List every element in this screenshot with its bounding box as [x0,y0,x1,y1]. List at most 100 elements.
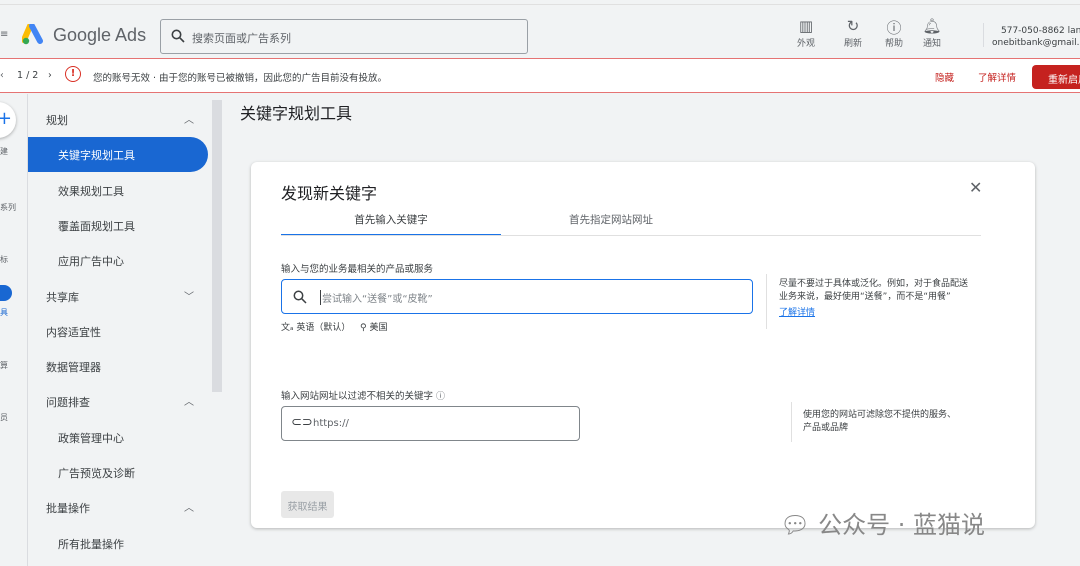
nav-item-label: 批量操作 [46,502,90,516]
tools-icon[interactable] [0,285,12,301]
url-input[interactable]: ⊂⊃ https:// [281,406,580,441]
top-bar: ≡ Google Ads 搜索页面或广告系列 ▥ 外观 ↻ 刷新 ⓘ 帮助 🔔︎ 通知 … [0,4,1080,58]
url-hint: 使用您的网站可滤除您不提供的服务、产品或品牌 [803,410,957,433]
product-input[interactable]: 尝试输入“送餐”或“皮靴” [281,279,753,314]
tools-nav: 规划 ︿ 关键字规划工具 效果规划工具 覆盖面规划工具 应用广告中心共享库 ﹀ 内容适宜性数据… [28,94,212,566]
location-value: 美国 [369,323,388,333]
rail-label-active[interactable]: 具 [0,307,8,318]
nav-item-label: 数据管理器 [46,361,101,375]
next-icon[interactable]: › [48,70,52,81]
rail-label[interactable]: 标 [0,254,8,265]
nav-item-label: 共享库 [46,290,79,304]
product-placeholder: 尝试输入“送餐”或“皮靴” [320,290,433,305]
nav-item[interactable]: 应用广告中心 [28,243,208,278]
search-input[interactable]: 搜索页面或广告系列 [160,19,528,54]
product-label: 输入与您的业务最相关的产品或服务 [281,264,434,275]
bell-icon: 🔔︎ [922,17,942,35]
tab-website[interactable]: 首先指定网站网址 [501,208,721,236]
nav-item-label: 关键字规划工具 [58,149,135,163]
url-placeholder: https:// [313,418,349,429]
nav-item[interactable]: 规划 ︿ [28,102,208,137]
nav-item-label: 覆盖面规划工具 [58,219,135,233]
product-hint: 尽量不要过于具体或泛化。例如，对于食品配送业务来说，最好使用“送餐”，而不是“用… [779,279,969,302]
nav-item[interactable]: 共享库 ﹀ [28,279,208,314]
menu-icon[interactable]: ≡ [0,29,8,40]
google-ads-logo [22,24,43,45]
page-title: 关键字规划工具 [240,104,353,123]
account-alert-banner: ‹ 1 / 2 › ! 您的账号无效 · 由于您的账号已被撤销，因此您的广告目前… [0,58,1080,93]
search-icon [171,29,185,43]
nav-item-label: 广告预览及诊断 [58,467,135,480]
nav-item-label: 规划 [46,114,68,127]
search-icon [293,290,307,304]
chevron-up-icon[interactable]: ︿ [184,111,194,126]
nav-item-label: 内容适宜性 [46,325,101,339]
rail-label[interactable]: 算 [0,360,8,371]
link-icon: ⊂⊃ [291,415,313,430]
refresh-button[interactable]: ↻ 刷新 [833,17,873,49]
error-icon: ! [65,66,81,82]
restart-button[interactable]: 重新启用 [1032,65,1080,89]
nav-item[interactable]: 关键字规划工具 [28,137,208,173]
tool-label: 帮助 [884,39,903,49]
location-selector[interactable]: ⚲ 美国 [360,320,387,333]
dialog-title: 发现新关键字 [281,184,378,203]
account-switcher[interactable]: 577-050-8862 lanm onebitbank@gmail.com [992,25,1080,49]
alert-message: 您的账号无效 · 由于您的账号已被撤销，因此您的广告目前没有投放。 [93,73,388,84]
close-icon[interactable]: ✕ [969,178,982,197]
nav-item[interactable]: 问题排查 ︿ [28,384,208,419]
watermark: 💬︎ 公众号 · 蓝猫说 [780,505,985,540]
nav-item[interactable]: 数据管理器 [28,349,208,384]
nav-item[interactable]: 效果规划工具 [28,173,208,208]
wechat-icon: 💬︎ [780,511,819,539]
tool-label: 通知 [922,39,941,49]
discover-keywords-dialog: 发现新关键字 ✕ 首先输入关键字 首先指定网站网址 输入与您的业务最相关的产品或… [251,162,1035,528]
tool-label: 刷新 [843,39,862,49]
tab-divider [281,235,981,236]
appearance-icon: ▥ [798,17,814,35]
account-email: onebitbank@gmail.com [992,38,1080,48]
nav-item-label: 政策管理中心 [58,431,124,445]
nav-scrollbar[interactable] [212,100,222,392]
left-rail: + 建 系列 标 具 算 员 [0,94,28,566]
notifications-button[interactable]: 🔔︎ 通知 [912,17,952,49]
tab-keywords[interactable]: 首先输入关键字 [281,208,501,236]
rail-label[interactable]: 建 [0,146,8,157]
tool-label: 外观 [796,39,815,49]
chevron-up-icon[interactable]: ︿ [184,499,194,514]
nav-item[interactable]: 所有批量操作 [28,526,208,561]
nav-item-label: 效果规划工具 [58,184,124,198]
alert-pager: 1 / 2 [17,70,39,81]
url-label-text: 输入网站网址以过滤不相关的关键字 [281,391,434,402]
language-selector[interactable]: 文ₐ 英语（默认） [281,320,350,333]
learn-more-link[interactable]: 了解详情 [978,70,1016,84]
language-value: 英语（默认） [296,323,351,333]
help-icon[interactable]: ⓘ [436,392,445,402]
nav-item-label: 应用广告中心 [58,255,124,269]
url-label: 输入网站网址以过滤不相关的关键字 ⓘ [281,388,445,402]
watermark-text: 公众号 · 蓝猫说 [818,511,985,539]
dismiss-link[interactable]: 隐藏 [935,70,954,84]
rail-label[interactable]: 员 [0,412,8,423]
prev-icon[interactable]: ‹ [0,70,4,81]
appearance-button[interactable]: ▥ 外观 [786,17,826,49]
get-results-button[interactable]: 获取结果 [281,491,334,518]
nav-item[interactable]: 内容适宜性 [28,314,208,349]
nav-item[interactable]: 广告预览及诊断 [28,455,208,490]
chevron-down-icon[interactable]: ﹀ [184,288,194,303]
rail-label[interactable]: 系列 [0,202,16,213]
learn-more-link[interactable]: 了解详情 [779,307,815,320]
help-button[interactable]: ⓘ 帮助 [874,17,914,49]
brand-name: Google Ads [53,25,147,45]
nav-item-label: 所有批量操作 [58,537,124,551]
nav-item[interactable]: 政策管理中心 [28,420,208,455]
divider [983,23,984,47]
account-id: 577-050-8862 lanm [1001,26,1080,36]
divider [766,274,767,329]
search-placeholder: 搜索页面或广告系列 [192,32,291,45]
nav-item[interactable]: 覆盖面规划工具 [28,208,208,243]
chevron-up-icon[interactable]: ︿ [184,393,194,408]
nav-item-label: 问题排查 [46,396,90,410]
nav-item[interactable]: 批量操作 ︿ [28,490,208,525]
create-button[interactable]: + [0,102,16,138]
